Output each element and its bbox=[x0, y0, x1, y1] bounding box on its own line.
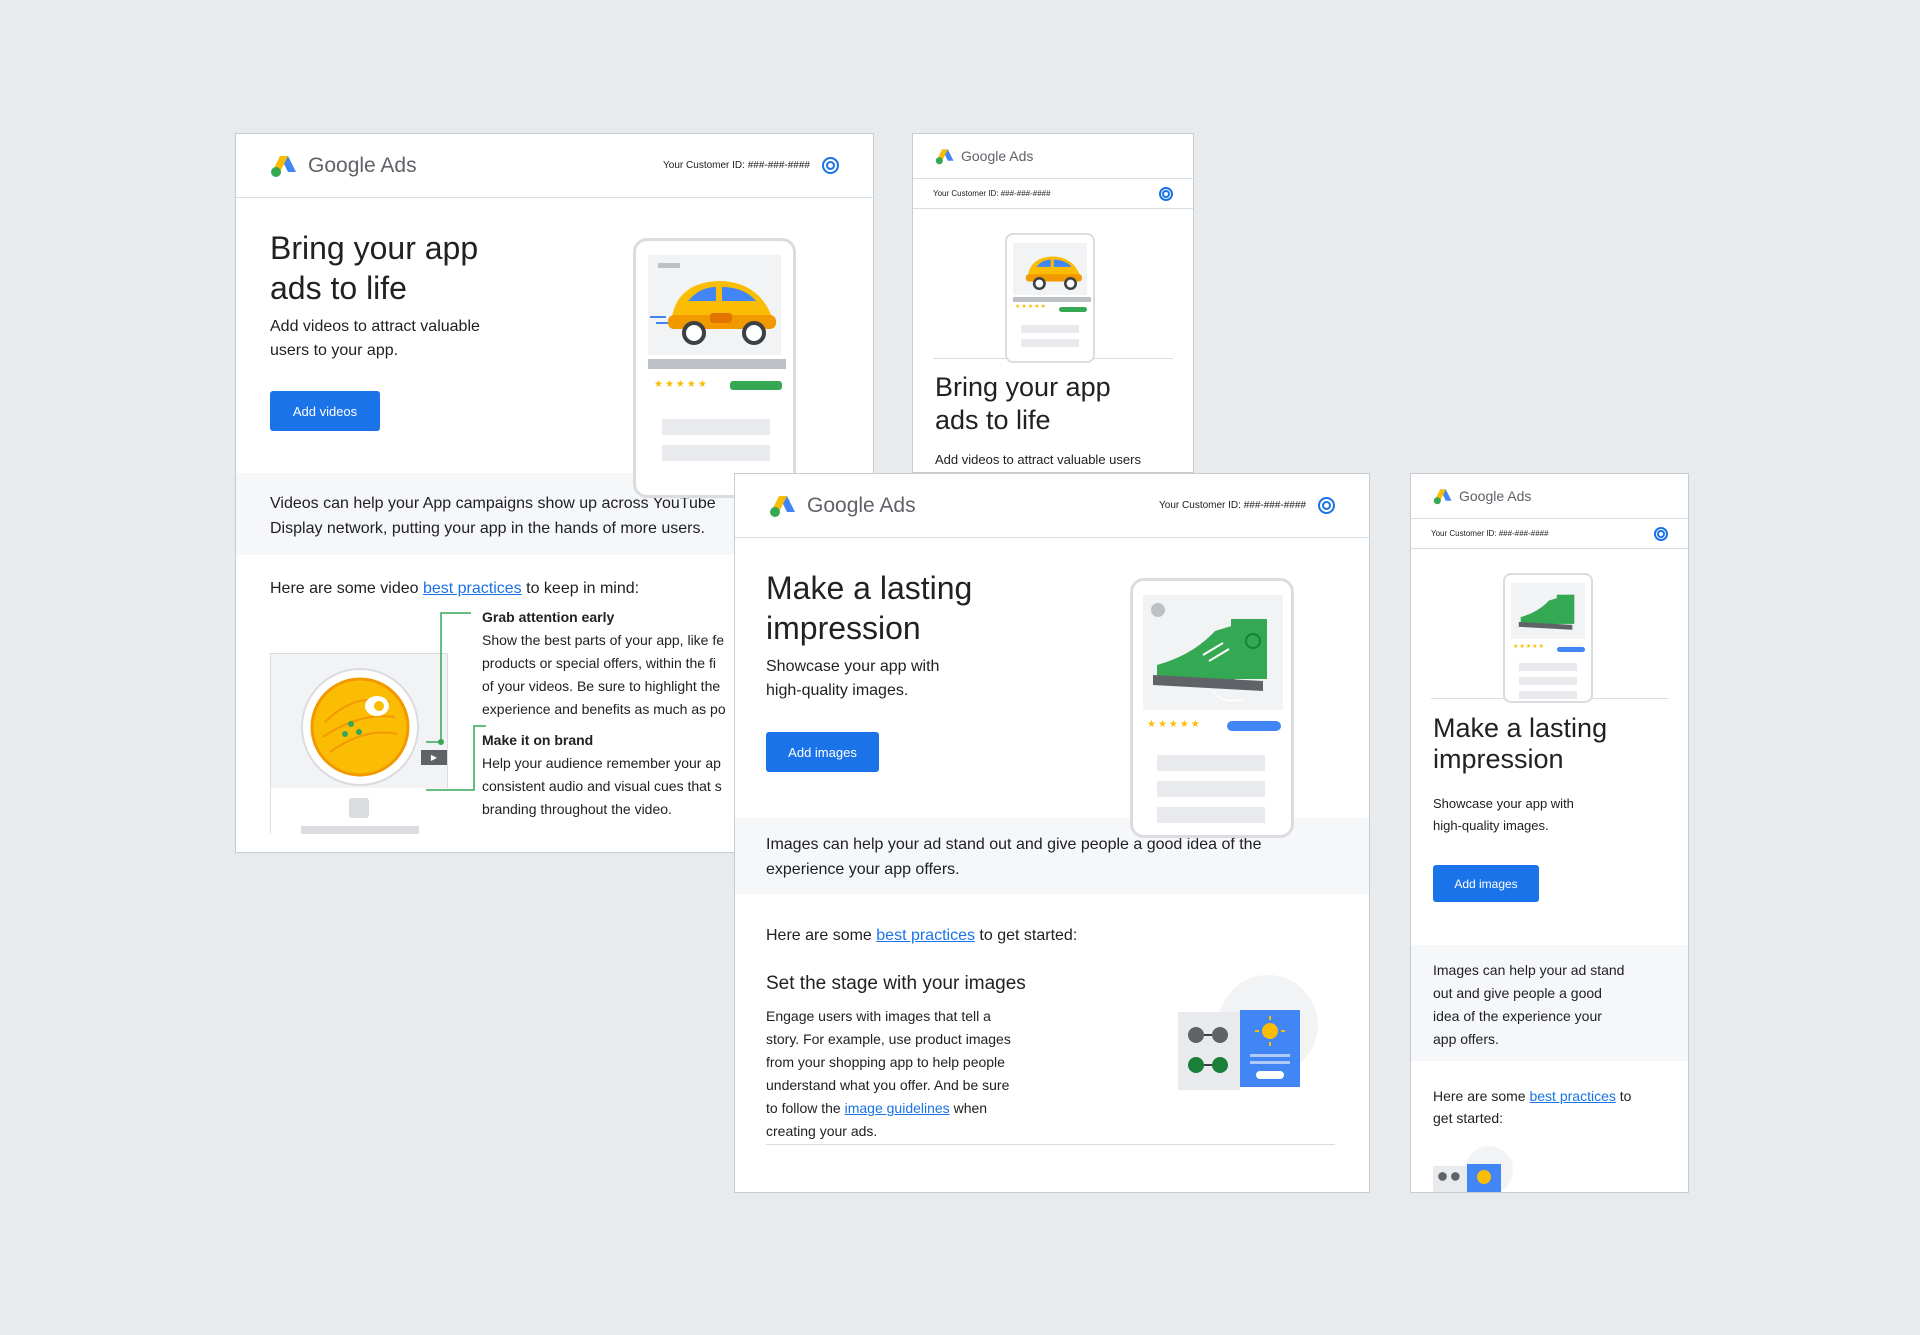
best-practices-link[interactable]: best practices bbox=[876, 927, 975, 944]
mobile-hero-image: ★★★★★ bbox=[1431, 549, 1668, 703]
sneaker-illustration-icon bbox=[1153, 619, 1267, 702]
customer-id: Your Customer ID: ###-###-#### bbox=[663, 157, 839, 174]
mobile-hero-image: ★★★★★ bbox=[933, 209, 1173, 363]
account-circle-icon[interactable] bbox=[1159, 186, 1173, 201]
ad-card bbox=[1240, 1010, 1300, 1087]
brand: Google Ads bbox=[1433, 488, 1531, 505]
hero-subtitle: Showcase your app with high-quality imag… bbox=[1433, 796, 1574, 833]
info-band: Images can help your ad stand out and gi… bbox=[1411, 945, 1688, 1061]
hero-subtitle: Add videos to attract valuable users to … bbox=[270, 318, 480, 359]
rating-stars: ★★★★★ bbox=[654, 379, 709, 390]
mobile-customer-bar: Your Customer ID: ###-###-#### bbox=[913, 179, 1193, 209]
customer-id-text: Your Customer ID: ###-###-#### bbox=[1159, 500, 1306, 511]
google-ads-logo-icon bbox=[770, 495, 795, 517]
section-body: Engage users with images that tell a sto… bbox=[766, 1008, 1011, 1139]
best-practices-link[interactable]: best practices bbox=[1529, 1088, 1615, 1104]
account-circle-icon[interactable] bbox=[1318, 497, 1335, 514]
ad-preview-illustration bbox=[1433, 1146, 1513, 1192]
account-circle-icon[interactable] bbox=[822, 157, 839, 174]
sneaker-illustration-icon bbox=[1518, 594, 1575, 630]
image-email-card: Google Ads Your Customer ID: ###-###-###… bbox=[734, 473, 1370, 1193]
video-thumbnail bbox=[648, 255, 781, 355]
mobile-brand-bar: Google Ads bbox=[913, 134, 1193, 179]
best-practices-link[interactable]: best practices bbox=[423, 580, 522, 597]
brand-name: Google Ads bbox=[961, 148, 1034, 164]
page-title: Make a lasting impression bbox=[766, 570, 973, 646]
customer-id-text: Your Customer ID: ###-###-#### bbox=[933, 189, 1051, 198]
ad-preview-illustration bbox=[1148, 975, 1318, 1095]
customer-id-text: Your Customer ID: ###-###-#### bbox=[663, 160, 810, 171]
brand: Google Ads bbox=[270, 154, 417, 178]
mobile-customer-bar: Your Customer ID: ###-###-#### bbox=[1411, 519, 1688, 549]
brand: Google Ads bbox=[769, 494, 916, 518]
hero-subtitle: Add videos to attract valuable users bbox=[935, 452, 1141, 467]
hero-subtitle: Showcase your app with high-quality imag… bbox=[766, 658, 940, 699]
video-frame-illustration: ▶ bbox=[270, 653, 449, 834]
section-title: Set the stage with your images bbox=[766, 973, 1026, 994]
page-title: Bring your app ads to life bbox=[935, 372, 1111, 435]
tip-section: Set the stage with your images Engage us… bbox=[766, 945, 1335, 1145]
phone-illustration: ★★★★★ bbox=[633, 238, 796, 498]
hero: Bring your app ads to life Add videos to… bbox=[236, 198, 873, 498]
google-ads-logo-icon bbox=[271, 155, 296, 177]
add-videos-button[interactable]: Add videos bbox=[270, 391, 380, 431]
customer-id-text: Your Customer ID: ###-###-#### bbox=[1431, 529, 1549, 538]
image-mobile-card: Google Ads Your Customer ID: ###-###-###… bbox=[1410, 473, 1689, 1193]
page-title: Bring your app ads to life bbox=[270, 230, 479, 306]
add-images-button[interactable]: Add images bbox=[766, 732, 879, 772]
add-images-button[interactable]: Add images bbox=[1433, 865, 1539, 902]
sunglasses-icon bbox=[1188, 1027, 1228, 1073]
google-ads-logo-icon bbox=[935, 148, 954, 164]
ad-card bbox=[1467, 1164, 1501, 1192]
tips-intro: Here are some best practices to get star… bbox=[766, 927, 1078, 944]
brand: Google Ads bbox=[935, 148, 1033, 165]
sunglasses-icon bbox=[1438, 1172, 1460, 1181]
email-header: Google Ads Your Customer ID: ###-###-###… bbox=[236, 134, 873, 198]
hero: Make a lasting impression Showcase your … bbox=[735, 538, 1369, 838]
car-illustration-icon bbox=[650, 281, 776, 345]
rating-stars: ★★★★★ bbox=[1147, 719, 1202, 730]
brand-name: Google Ads bbox=[1459, 488, 1532, 504]
sun-icon bbox=[1255, 1016, 1285, 1046]
brand-name: Google Ads bbox=[308, 153, 417, 177]
product-image bbox=[1143, 595, 1283, 710]
phone-illustration: ★★★★★ bbox=[1130, 578, 1294, 838]
image-guidelines-link[interactable]: image guidelines bbox=[845, 1100, 950, 1116]
tips-intro: Here are some best practices to get star… bbox=[1433, 1088, 1632, 1126]
mobile-brand-bar: Google Ads bbox=[1411, 474, 1688, 519]
video-mobile-card: Google Ads Your Customer ID: ###-###-###… bbox=[912, 133, 1194, 473]
brand-name: Google Ads bbox=[807, 493, 916, 517]
account-circle-icon[interactable] bbox=[1654, 526, 1668, 541]
food-bowl-icon bbox=[301, 668, 419, 786]
connector-lines bbox=[426, 612, 486, 791]
page-title: Make a lasting impression bbox=[1433, 713, 1608, 774]
google-ads-logo-icon bbox=[1433, 488, 1452, 504]
car-illustration-icon bbox=[1025, 256, 1082, 291]
email-header: Google Ads Your Customer ID: ###-###-###… bbox=[735, 474, 1369, 538]
sun-icon bbox=[1477, 1170, 1491, 1184]
customer-id: Your Customer ID: ###-###-#### bbox=[1159, 497, 1335, 514]
